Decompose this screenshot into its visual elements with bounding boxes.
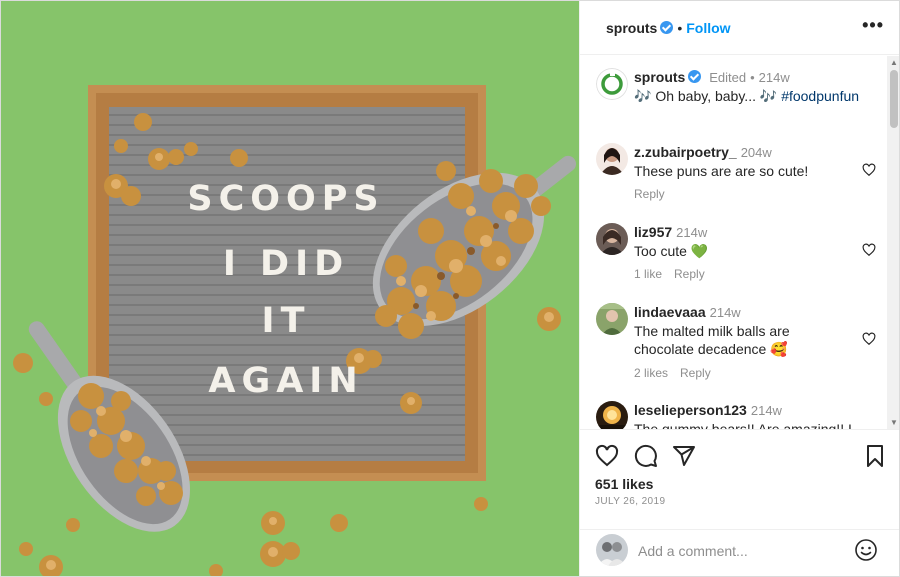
share-paper-plane-icon[interactable] [672,444,696,468]
comment-meta: 1 like Reply [634,267,717,281]
board-line-4: AGAIN [208,361,364,401]
caption-dot: • [750,70,755,85]
comment-heart-icon[interactable] [862,243,876,257]
commenter-avatar[interactable] [596,223,628,255]
author-username[interactable]: sprouts [606,20,657,36]
comment-body: leselieperson123 214w The gummy bears!! A… [634,401,852,429]
caption-body: sprouts Edited • 214w 🎶 Oh baby, baby... 🎶… [634,68,874,105]
comment-heart-icon[interactable] [862,332,876,346]
comment-item: liz957 214w Too cute 💚 1 like Reply [580,223,888,283]
caption-hashtag[interactable]: #foodpunfun [781,88,859,104]
current-user-avatar [596,534,628,566]
post-header: sprouts • Follow ••• [580,1,899,55]
post-side-panel: sprouts • Follow ••• sprouts Edited • 214w [579,1,899,576]
author-avatar[interactable] [596,68,628,100]
comment-heart-icon[interactable] [862,163,876,177]
comment-text: The malted milk balls are chocolate deca… [634,323,790,357]
comment-time: 214w [709,305,741,320]
board-line-1: SCOOPS [187,179,385,219]
more-options-icon[interactable]: ••• [862,15,884,36]
comment-text: The gummy bears!! Are amazing!! I [634,421,852,429]
save-bookmark-icon[interactable] [863,444,887,468]
comment-icon[interactable] [634,444,658,468]
commenter-avatar[interactable] [596,143,628,175]
comment-likes[interactable]: 2 likes [634,366,668,380]
comments-list[interactable]: sprouts Edited • 214w 🎶 Oh baby, baby... 🎶… [580,56,899,429]
caption-edited: Edited [709,70,747,85]
post-image[interactable]: SCOOPS I DID IT AGAIN [1,1,579,576]
comment-meta: Reply [634,187,677,201]
letter-board-text: SCOOPS I DID IT AGAIN [111,109,461,449]
comment-username[interactable]: leselieperson123 [634,402,747,418]
caption-item: sprouts Edited • 214w 🎶 Oh baby, baby... 🎶… [580,68,888,112]
comment-username[interactable]: liz957 [634,224,672,240]
commenter-avatar[interactable] [596,303,628,335]
likes-count[interactable]: 651 likes [595,476,653,492]
comment-time: 214w [750,403,782,418]
like-heart-icon[interactable] [595,444,619,468]
board-line-2: I DID [222,244,350,284]
verified-badge-icon [688,70,702,83]
comments-scrollbar[interactable]: ▲ ▼ [887,56,899,429]
caption-text: 🎶 Oh baby, baby... 🎶 [634,88,782,104]
comment-time: 204w [740,145,772,160]
caption-time: 214w [758,70,790,85]
emoji-picker-icon[interactable] [854,538,878,562]
comment-username[interactable]: lindaevaaa [634,304,706,320]
comment-text: These puns are are so cute! [634,163,809,179]
board-line-3: IT [261,301,311,341]
author-row: sprouts • Follow [606,20,731,36]
scroll-up-arrow-icon[interactable]: ▲ [890,58,898,67]
reply-button[interactable]: Reply [680,366,711,380]
follow-button[interactable]: Follow [686,20,730,36]
post-actions: 651 likes JULY 26, 2019 [580,429,899,529]
separator-dot: • [677,20,683,36]
comment-body: liz957 214w Too cute 💚 [634,223,852,260]
comment-body: lindaevaaa 214w The malted milk balls are… [634,303,852,358]
instagram-post-modal: SCOOPS I DID IT AGAIN sprouts • Follow ••• [0,0,900,577]
verified-badge-icon [660,21,674,34]
comment-item: leselieperson123 214w The gummy bears!! A… [580,401,888,429]
comment-meta: 2 likes Reply [634,366,723,380]
scroll-thumb[interactable] [890,70,898,128]
comment-time: 214w [676,225,708,240]
caption-username[interactable]: sprouts [634,69,685,85]
comment-text: Too cute 💚 [634,243,709,259]
reply-button[interactable]: Reply [674,267,705,281]
comment-body: z.zubairpoetry_ 204w These puns are are s… [634,143,852,180]
add-comment-input[interactable] [638,540,848,562]
comment-likes[interactable]: 1 like [634,267,662,281]
add-comment-bar [580,529,899,576]
comment-item: z.zubairpoetry_ 204w These puns are are s… [580,143,888,203]
post-date: JULY 26, 2019 [595,496,666,507]
comment-username[interactable]: z.zubairpoetry_ [634,144,737,160]
reply-button[interactable]: Reply [634,187,665,201]
commenter-avatar[interactable] [596,401,628,429]
comment-item: lindaevaaa 214w The malted milk balls are… [580,303,888,383]
scroll-down-arrow-icon[interactable]: ▼ [890,418,898,427]
